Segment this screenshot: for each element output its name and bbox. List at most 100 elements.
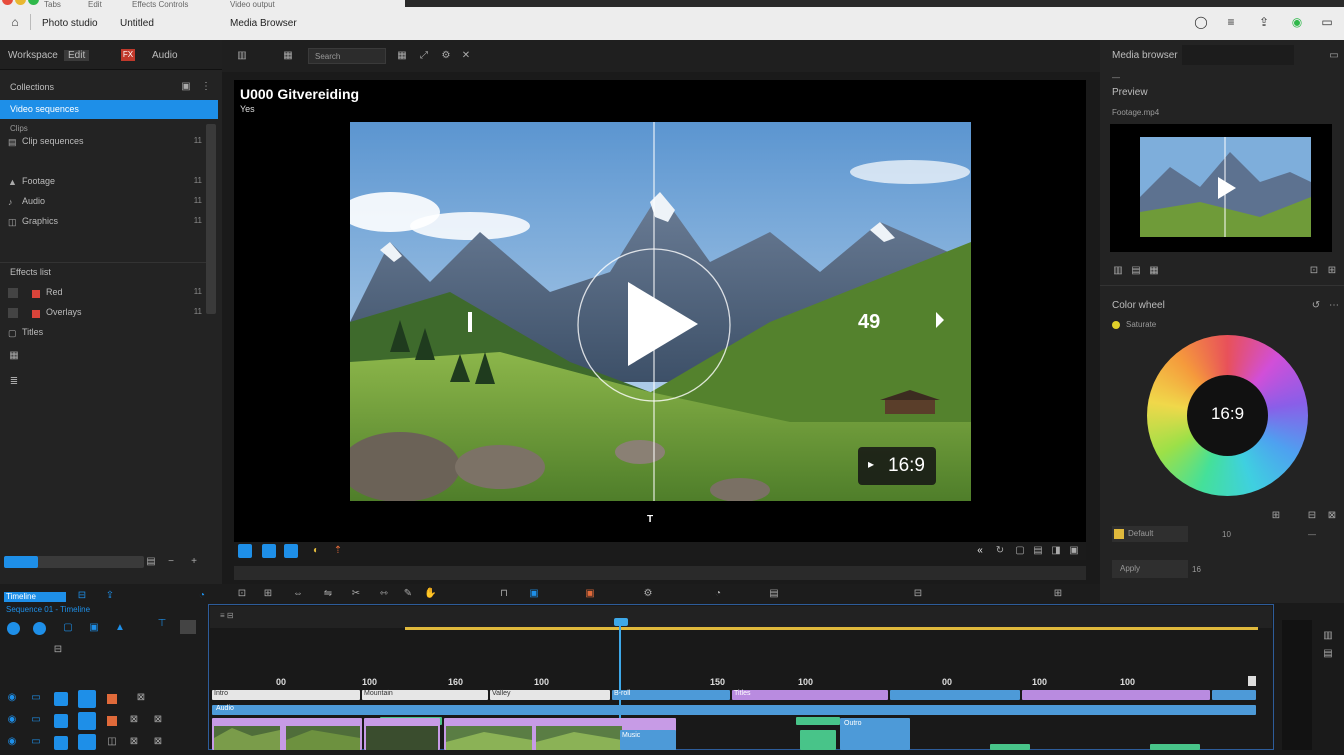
rewind-icon[interactable]: «: [974, 545, 986, 557]
pen-icon[interactable]: ✎: [402, 588, 414, 600]
layout-icon[interactable]: ▥: [236, 50, 248, 62]
fit-icon[interactable]: ⊡: [1308, 265, 1320, 277]
sequence-icon[interactable]: ⊟: [76, 590, 88, 602]
inspector-dropdown[interactable]: [1182, 45, 1294, 65]
menu-item-3[interactable]: Media Browser: [230, 18, 297, 29]
export-icon[interactable]: ▤: [1032, 545, 1044, 557]
nest-icon[interactable]: ⇪: [104, 590, 116, 602]
track-fx-icon[interactable]: ⊠: [128, 736, 140, 748]
new-folder-icon[interactable]: ▣: [180, 81, 192, 93]
zoom-slider[interactable]: [4, 556, 144, 568]
mark-in-icon[interactable]: [238, 544, 252, 558]
list-item[interactable]: Red 11: [8, 285, 208, 301]
grid-icon[interactable]: ▦: [8, 350, 20, 362]
settings-icon[interactable]: ⚙: [642, 588, 654, 600]
select-tool-icon[interactable]: ⊡: [236, 588, 248, 600]
track-lock[interactable]: [180, 620, 196, 634]
settings-icon[interactable]: ⊠: [1326, 510, 1338, 522]
track-lock-icon[interactable]: ▭: [30, 714, 42, 726]
tab-1[interactable]: Tabs: [44, 0, 61, 10]
mark-out-icon[interactable]: [262, 544, 276, 558]
tab-3[interactable]: Effects Controls: [132, 0, 188, 10]
marker-icon[interactable]: ▥: [1112, 265, 1124, 277]
fullscreen-icon[interactable]: ⊞: [1326, 265, 1338, 277]
aspect-ratio-badge[interactable]: ▸ 16:9: [858, 447, 936, 485]
track-target-v2[interactable]: [54, 714, 68, 728]
close-icon[interactable]: ▭: [1328, 50, 1340, 62]
work-area-bar[interactable]: [405, 627, 1258, 630]
track-eye-icon[interactable]: ◉: [6, 736, 18, 748]
settings-icon[interactable]: ▣: [1068, 545, 1080, 557]
viewer-scrubber[interactable]: [234, 566, 1086, 580]
search-field[interactable]: Search: [308, 48, 386, 64]
selected-item[interactable]: Video sequences: [0, 100, 218, 119]
close-window-button[interactable]: [2, 0, 13, 5]
grid-icon[interactable]: ▦: [396, 50, 408, 62]
list-item[interactable]: ▲ Footage 11: [8, 174, 208, 190]
list-item[interactable]: ▢ Titles: [8, 325, 208, 341]
source-icon[interactable]: ▦: [282, 50, 294, 62]
track-lock-icon[interactable]: ▭: [30, 692, 42, 704]
clip-valley[interactable]: Valley: [490, 690, 610, 700]
rolling-icon[interactable]: ⇋: [322, 588, 334, 600]
color-wheel[interactable]: 16:9: [1147, 335, 1308, 496]
wrench-icon[interactable]: ◔: [196, 590, 208, 602]
toolbar-item-fx[interactable]: FX: [121, 49, 135, 61]
add-icon[interactable]: ⊞: [1270, 510, 1282, 522]
track-v1-button[interactable]: [78, 690, 96, 708]
clip-broll[interactable]: B-roll: [612, 690, 730, 700]
settings-toggle-icon[interactable]: ⊤: [156, 618, 168, 630]
timeline-ruler[interactable]: ≡ ⊟: [210, 606, 1272, 628]
linked-toggle[interactable]: [33, 622, 46, 635]
razor-icon[interactable]: ✂: [350, 588, 362, 600]
meter-icon[interactable]: ▤: [1322, 648, 1334, 660]
clip-intro[interactable]: Intro: [212, 690, 360, 700]
maximize-window-button[interactable]: [28, 0, 39, 5]
audio-toggle-icon[interactable]: ▲: [114, 622, 126, 634]
audio-icon[interactable]: ▦: [1148, 265, 1160, 277]
link-icon[interactable]: ▣: [528, 588, 540, 600]
list-item[interactable]: ▤ Clip sequences 11: [8, 134, 208, 150]
menu-icon[interactable]: ≡: [1224, 15, 1238, 29]
panel-menu-icon[interactable]: ⋮: [200, 81, 212, 93]
clip-green-5[interactable]: [1150, 744, 1200, 750]
ripple-icon[interactable]: ⇔: [292, 588, 304, 600]
list-mode-icon[interactable]: ▤: [145, 556, 157, 568]
compare-icon[interactable]: ◨: [1050, 545, 1062, 557]
track-mute-icon[interactable]: ⊠: [152, 714, 164, 726]
clip-6[interactable]: [890, 690, 1020, 700]
captions-toggle-icon[interactable]: ▣: [88, 622, 100, 634]
clip-7[interactable]: [1022, 690, 1210, 700]
toolbar-item-workspace[interactable]: Workspace: [8, 50, 58, 61]
clip-8[interactable]: [1212, 690, 1256, 700]
snap-icon[interactable]: ⊓: [498, 588, 510, 600]
snap-toggle[interactable]: [7, 622, 20, 635]
toolbar-item-audio[interactable]: Audio: [152, 50, 178, 61]
clip-music[interactable]: Music: [620, 730, 676, 750]
track-fx-icon[interactable]: ⊠: [135, 692, 147, 704]
fit-icon[interactable]: ⤢: [418, 50, 430, 62]
help-icon[interactable]: ◯: [1194, 15, 1208, 29]
toolbar-item-edit[interactable]: Edit: [64, 50, 90, 61]
settings-icon[interactable]: ⚙: [440, 50, 452, 62]
audio-icon[interactable]: ◔: [712, 588, 724, 600]
safe-margins-icon[interactable]: ▢: [1014, 545, 1026, 557]
clip-video-2[interactable]: [364, 718, 440, 750]
home-icon[interactable]: ⌂: [8, 15, 22, 29]
track-lock-icon[interactable]: ▭: [30, 736, 42, 748]
slip-icon[interactable]: ⇿: [378, 588, 390, 600]
plus-icon[interactable]: +: [188, 556, 200, 568]
meter-icon[interactable]: ▥: [1322, 630, 1334, 642]
insert-icon[interactable]: [284, 544, 298, 558]
account-icon[interactable]: ◉: [1290, 15, 1304, 29]
clip-outro[interactable]: Outro: [840, 718, 910, 750]
more-icon[interactable]: ⋯: [1328, 300, 1340, 312]
track-select-icon[interactable]: ⊞: [262, 588, 274, 600]
track-record-v2[interactable]: [107, 716, 117, 726]
track-eye-icon[interactable]: ◉: [6, 714, 18, 726]
track-v2-button[interactable]: [78, 712, 96, 730]
list-item[interactable]: ♪ Audio 11: [8, 194, 208, 210]
track-fx-icon[interactable]: ⊠: [128, 714, 140, 726]
timeline-tab[interactable]: Timeline: [4, 592, 66, 602]
clip-video-1[interactable]: [212, 718, 362, 750]
